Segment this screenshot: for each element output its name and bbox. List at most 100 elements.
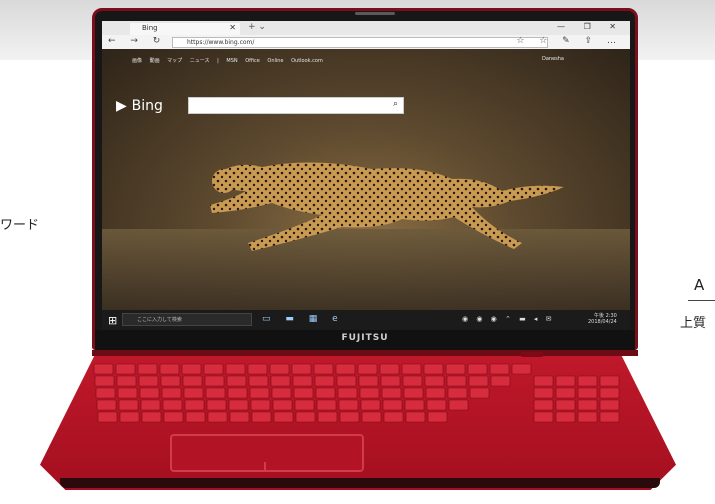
laptop-screen: Bing ✕ + ⌄ — ❐ ✕ ← → ↻ https://www.bing.… (102, 21, 630, 330)
keyboard-key (270, 375, 291, 387)
numpad-key (577, 399, 598, 411)
keyboard-key (207, 411, 228, 423)
laptop-front-edge (60, 478, 660, 488)
clock-date: 2018/04/24 (588, 319, 617, 325)
keyboard-key (445, 363, 466, 375)
keyboard-key (96, 399, 117, 411)
bing-top-nav[interactable]: 画像 動画 マップ ニュース | MSN Office Online Outlo… (132, 57, 323, 64)
url-field[interactable]: https://www.bing.com/ (172, 37, 548, 48)
brand-logo: FUJITSU (341, 333, 389, 343)
browser-tab-bar: Bing ✕ + ⌄ — ❐ ✕ (102, 21, 630, 35)
keyboard-key (116, 375, 137, 387)
numpad-key (555, 411, 576, 423)
keyboard-key (405, 411, 426, 423)
pinned-app-icons[interactable]: ▭ ▬ ▦ e (262, 314, 344, 324)
left-caption-fragment: ワード (0, 218, 40, 233)
keyboard-key (358, 375, 379, 387)
keyboard-key (139, 387, 160, 399)
browser-tab[interactable]: Bing ✕ (130, 23, 240, 35)
keyboard-key (357, 363, 378, 375)
keyboard-key (160, 375, 181, 387)
navigation-buttons[interactable]: ← → ↻ (108, 36, 166, 46)
keyboard-key (469, 387, 490, 399)
keyboard-key (293, 387, 314, 399)
keyboard-key (118, 399, 139, 411)
keyboard-key (315, 387, 336, 399)
numpad-key (533, 399, 554, 411)
keyboard-key (339, 411, 360, 423)
keyboard-key (97, 411, 118, 423)
keyboard-key (335, 363, 356, 375)
new-tab-icon[interactable]: + ⌄ (248, 22, 266, 32)
taskbar-search-input[interactable]: ここに入力して検索 (122, 313, 252, 326)
keyboard-key (272, 399, 293, 411)
keyboard-key (490, 375, 511, 387)
search-icon[interactable]: ⌕ (393, 99, 398, 109)
keyboard-key (489, 363, 510, 375)
keyboard-key (161, 387, 182, 399)
keyboard-key (336, 375, 357, 387)
keyboard-key (181, 363, 202, 375)
keyboard-key (93, 363, 114, 375)
keyboard-key (292, 375, 313, 387)
keyboard-key (182, 375, 203, 387)
keyboard-key (137, 363, 158, 375)
keyboard-key (226, 375, 247, 387)
keyboard-key (204, 375, 225, 387)
keyboard-key (249, 387, 270, 399)
start-button-icon[interactable]: ⊞ (108, 314, 117, 327)
laptop-hinge (92, 350, 638, 356)
keyboard-key (511, 363, 532, 375)
keyboard-key (95, 387, 116, 399)
tab-title: Bing (142, 24, 158, 32)
window-controls[interactable]: — ❐ ✕ (557, 22, 624, 31)
keyboard-key (162, 399, 183, 411)
keyboard-key (250, 399, 271, 411)
numpad-key (577, 387, 598, 399)
numpad-key (555, 387, 576, 399)
numpad-key (533, 411, 554, 423)
tab-close-icon[interactable]: ✕ (229, 23, 236, 32)
keyboard (93, 363, 620, 423)
keyboard-key (379, 363, 400, 375)
keyboard-key (159, 363, 180, 375)
keyboard-key (337, 387, 358, 399)
bing-search-input[interactable] (188, 97, 404, 114)
keyboard-key (402, 375, 423, 387)
keyboard-key (426, 399, 447, 411)
keyboard-key (446, 375, 467, 387)
cheetah-image (210, 162, 564, 251)
numpad-key (555, 375, 576, 387)
touchpad (170, 434, 364, 472)
keyboard-key (228, 399, 249, 411)
keyboard-key (424, 375, 445, 387)
numpad-key (533, 375, 554, 387)
keyboard-key (404, 399, 425, 411)
keyboard-key (273, 411, 294, 423)
keyboard-key (203, 363, 224, 375)
numpad-key (577, 375, 598, 387)
keyboard-key (225, 363, 246, 375)
system-tray-icons[interactable]: ◉ ◉ ◉ ⌃ ▬ ◂ ✉ (462, 315, 555, 323)
keyboard-key (403, 387, 424, 399)
keyboard-key (184, 399, 205, 411)
right-caption-rule (688, 300, 715, 301)
keyboard-key (448, 399, 469, 411)
keyboard-key (467, 363, 488, 375)
keyboard-key (423, 363, 444, 375)
browser-tool-icons[interactable]: ☆ ☆ ✎ ⇪ … (516, 36, 622, 46)
keyboard-key (382, 399, 403, 411)
numpad-key (599, 411, 620, 423)
bing-background-photo: 画像 動画 マップ ニュース | MSN Office Online Outlo… (102, 49, 630, 310)
keyboard-key (316, 399, 337, 411)
keyboard-key (183, 387, 204, 399)
right-caption-fragment-2: 上質 (680, 316, 707, 331)
bing-logo: ▶ Bing (116, 98, 163, 114)
keyboard-key (427, 411, 448, 423)
keyboard-key (117, 387, 138, 399)
taskbar-clock[interactable]: 午後 2:30 2018/04/24 (588, 313, 617, 325)
numpad-key (555, 399, 576, 411)
bing-signin[interactable]: Danesha (542, 56, 564, 62)
keyboard-key (338, 399, 359, 411)
keyboard-key (227, 387, 248, 399)
